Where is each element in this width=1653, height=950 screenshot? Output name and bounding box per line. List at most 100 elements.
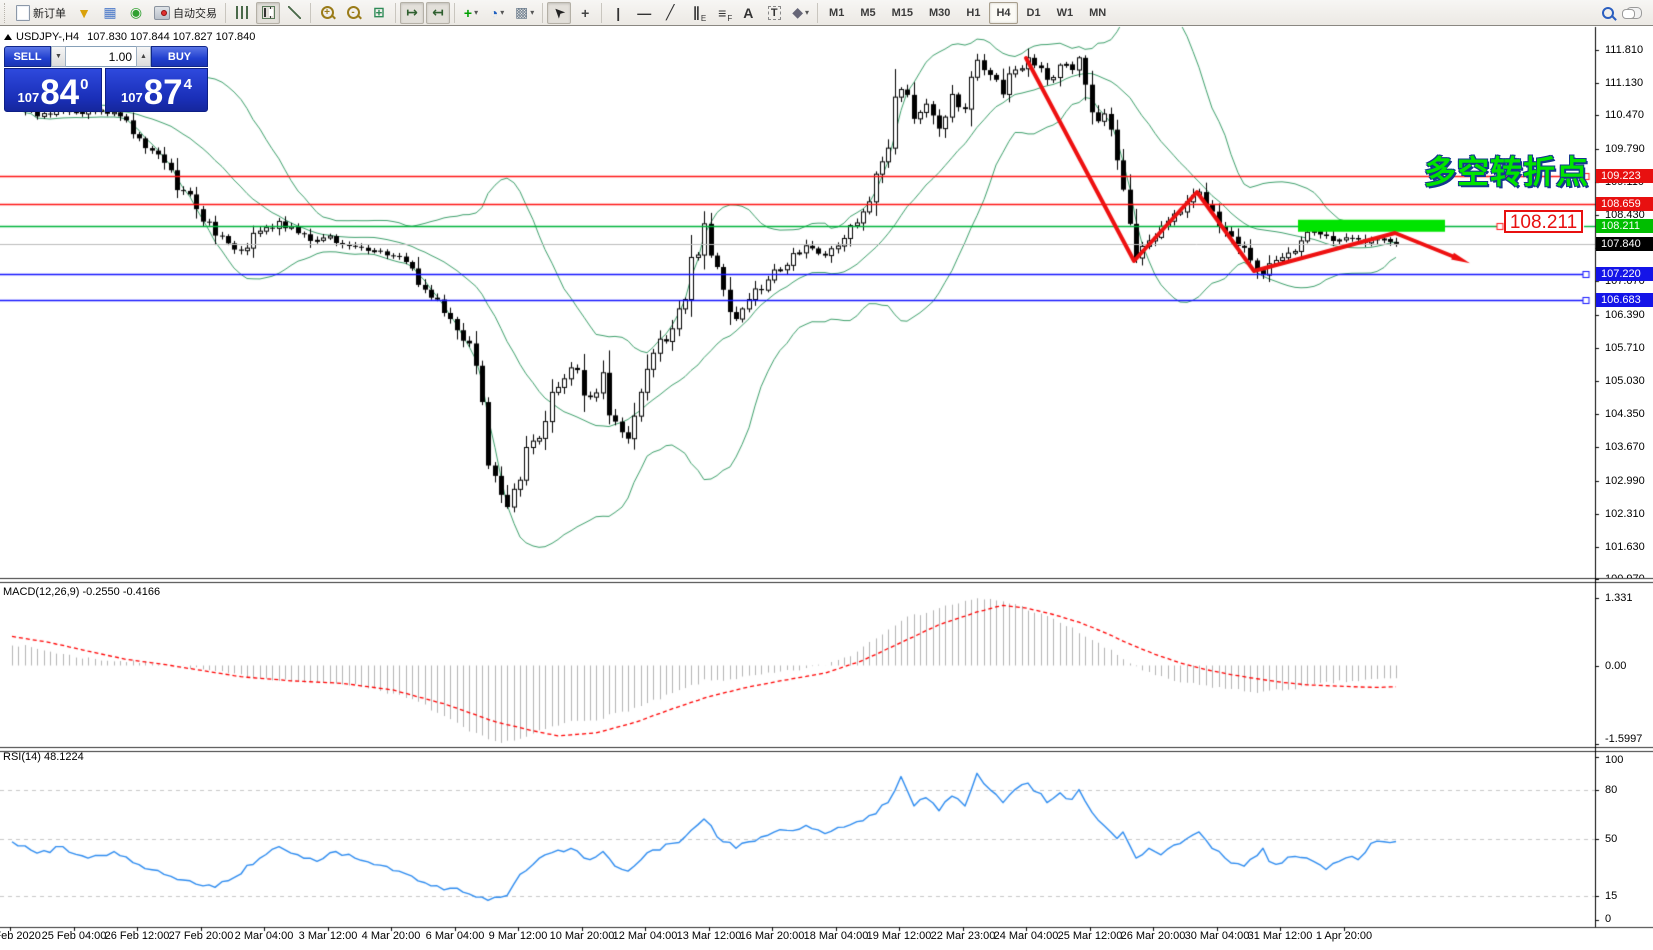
one-click-trade-panel: SELL ▼ ▲ BUY 107 84 0 107 87 4 xyxy=(4,46,208,112)
cursor-icon: ➤ xyxy=(549,2,569,22)
price-axis-label: 111.810 xyxy=(1605,44,1643,56)
date-axis: 23 Feb 202025 Feb 04:0026 Feb 12:0027 Fe… xyxy=(0,930,1653,948)
price-tag-109.223: 109.223 xyxy=(1596,169,1653,183)
price-tag-108.659: 108.659 xyxy=(1596,197,1653,211)
macd-label: MACD(12,26,9) -0.2550 -0.4166 xyxy=(3,586,160,598)
text-icon: A xyxy=(743,5,753,21)
turning-point-annotation[interactable]: 多空转折点 xyxy=(1424,147,1589,193)
new-order-button[interactable]: 新订单 xyxy=(12,2,70,24)
buy-price-big: 87 xyxy=(144,76,183,109)
buy-button[interactable]: BUY xyxy=(151,46,208,67)
buy-price-figure: 107 xyxy=(121,90,143,105)
channel-icon: ∥ xyxy=(693,4,700,21)
sell-price-pip: 0 xyxy=(80,76,88,93)
main-chart-canvas[interactable] xyxy=(0,0,1653,950)
price-callout-label[interactable]: 108.211 xyxy=(1504,210,1583,233)
periods-button[interactable]: ◔▾ xyxy=(485,2,509,24)
rsi-axis-label: 0 xyxy=(1605,913,1611,925)
chart-shift-button[interactable]: ↤ xyxy=(426,2,450,24)
timeframe-d1-button[interactable]: D1 xyxy=(1020,2,1048,24)
market-watch-icon: ▦ xyxy=(103,4,116,21)
rsi-axis-label: 80 xyxy=(1605,784,1617,796)
price-axis-label: 103.670 xyxy=(1605,441,1645,453)
zoom-in-button[interactable]: + xyxy=(315,2,339,24)
macd-axis-label: -1.5997 xyxy=(1605,733,1642,745)
tile-windows-button[interactable]: ⊞ xyxy=(367,2,391,24)
search-icon[interactable] xyxy=(1596,2,1620,24)
tile-windows-icon: ⊞ xyxy=(373,4,385,21)
bar-chart-button[interactable] xyxy=(230,2,254,24)
rsi-label: RSI(14) 48.1224 xyxy=(3,751,84,763)
zoom-out-button[interactable]: - xyxy=(341,2,365,24)
timeframe-h4-button[interactable]: H4 xyxy=(989,2,1017,24)
price-axis-label: 100.970 xyxy=(1605,573,1645,578)
timeframe-mn-button[interactable]: MN xyxy=(1082,2,1113,24)
timeframe-w1-button[interactable]: W1 xyxy=(1050,2,1081,24)
horizontal-line-button[interactable]: — xyxy=(632,2,656,24)
candlestick-chart-button[interactable] xyxy=(256,2,280,24)
market-watch-button[interactable]: ▦ xyxy=(98,2,122,24)
timeframe-m5-button[interactable]: M5 xyxy=(853,2,882,24)
price-axis-label: 102.990 xyxy=(1605,475,1645,487)
zoom-in-icon: + xyxy=(321,6,334,19)
arrows-icon: ◆ xyxy=(792,4,803,21)
new-order-icon xyxy=(16,5,30,21)
auto-scroll-icon: ↦ xyxy=(406,4,418,21)
chart-shift-icon: ↤ xyxy=(432,4,444,21)
community-chat-icon[interactable] xyxy=(1622,2,1646,24)
templates-button[interactable]: ▩▾ xyxy=(511,2,538,24)
trendline-button[interactable]: ╱ xyxy=(658,2,682,24)
trendline-icon: ╱ xyxy=(666,4,674,21)
symbol-period-title: USDJPY-,H4 xyxy=(16,31,79,43)
indicators-button[interactable]: +▾ xyxy=(459,2,483,24)
timeframe-m30-button[interactable]: M30 xyxy=(922,2,957,24)
price-axis-label: 101.630 xyxy=(1605,541,1645,553)
rsi-axis-label: 15 xyxy=(1605,890,1617,902)
channel-button[interactable]: ∥E xyxy=(684,2,708,24)
timeframe-m15-button[interactable]: M15 xyxy=(885,2,920,24)
periods-icon: ◔ xyxy=(490,5,498,21)
ohlc-values: 107.830 107.844 107.827 107.840 xyxy=(87,31,255,43)
sell-price-display[interactable]: 107 84 0 xyxy=(4,68,102,112)
auto-trading-button[interactable]: 自动交易 xyxy=(150,2,221,24)
line-chart-icon xyxy=(288,6,301,19)
auto-trading-button-label: 自动交易 xyxy=(173,5,217,21)
buy-price-display[interactable]: 107 87 4 xyxy=(105,68,208,112)
price-axis-label: 110.470 xyxy=(1605,109,1644,121)
volume-input[interactable] xyxy=(66,46,136,67)
volume-increase-button[interactable]: ▲ xyxy=(136,46,151,67)
timeframe-h1-button[interactable]: H1 xyxy=(959,2,987,24)
text-label-button[interactable]: T xyxy=(762,2,786,24)
timeframe-m1-button[interactable]: M1 xyxy=(822,2,851,24)
favorites-icon-icon: ▼ xyxy=(77,5,91,21)
macd-axis: 1.3310.00-1.5997 xyxy=(1600,583,1653,747)
favorites-icon-button[interactable]: ▼ xyxy=(72,2,96,24)
crosshair-icon: + xyxy=(581,5,589,21)
templates-icon: ▩ xyxy=(515,4,528,21)
chart-info-bar: USDJPY-,H4 107.830 107.844 107.827 107.8… xyxy=(4,31,255,43)
volume-decrease-button[interactable]: ▼ xyxy=(51,46,66,67)
cursor-button[interactable]: ➤ xyxy=(547,2,571,24)
data-window-button[interactable]: ◉ xyxy=(124,2,148,24)
symbol-collapse-icon[interactable] xyxy=(4,34,12,40)
fibonacci-button[interactable]: ≡F xyxy=(710,2,734,24)
data-window-icon: ◉ xyxy=(130,4,142,21)
community-chat-icon xyxy=(1626,7,1642,19)
text-button[interactable]: A xyxy=(736,2,760,24)
price-axis-label: 111.130 xyxy=(1605,77,1643,89)
mt4-window: 新订单▼▦◉自动交易+-⊞↦↤+▾◔▾▩▾➤+|—╱∥E≡FAT◆▾M1M5M1… xyxy=(0,0,1653,950)
date-axis-label: 1 Apr 20:00 xyxy=(1302,930,1386,942)
search-icon xyxy=(1602,7,1614,19)
indicators-icon: + xyxy=(464,5,472,21)
price-tag-108.211: 108.211 xyxy=(1596,219,1653,233)
auto-trading-icon xyxy=(154,6,170,20)
crosshair-button[interactable]: + xyxy=(573,2,597,24)
auto-scroll-button[interactable]: ↦ xyxy=(400,2,424,24)
sell-price-figure: 107 xyxy=(18,90,40,105)
macd-axis-label: 1.331 xyxy=(1605,592,1633,604)
vertical-line-button[interactable]: | xyxy=(606,2,630,24)
price-tag-107.840: 107.840 xyxy=(1596,237,1653,251)
sell-button[interactable]: SELL xyxy=(4,46,51,67)
line-chart-button[interactable] xyxy=(282,2,306,24)
arrows-button[interactable]: ◆▾ xyxy=(788,2,813,24)
